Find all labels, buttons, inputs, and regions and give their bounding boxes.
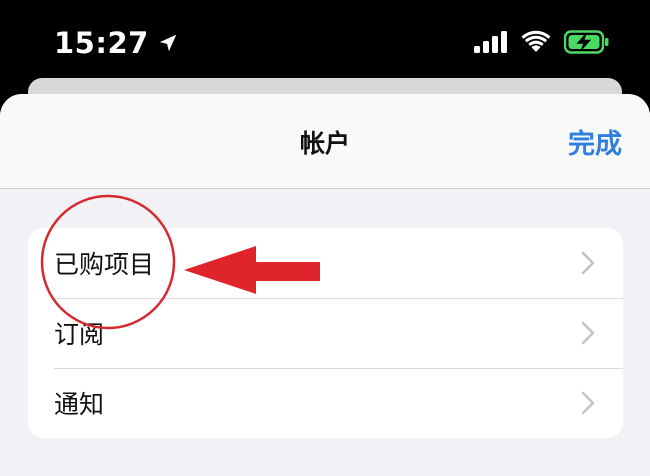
phone-screen: 15:27 帐户 完成 已购项目 订阅 通知	[0, 0, 650, 476]
chevron-right-icon	[581, 391, 595, 415]
location-arrow-icon	[159, 34, 177, 52]
list-item-notifications[interactable]: 通知	[28, 368, 623, 438]
status-time: 15:27	[54, 26, 149, 60]
list-item-purchased[interactable]: 已购项目	[28, 228, 623, 298]
account-options-list: 已购项目 订阅 通知	[28, 228, 623, 438]
navigation-bar: 帐户 完成	[0, 94, 650, 189]
list-item-subscriptions[interactable]: 订阅	[28, 298, 623, 368]
status-indicators	[474, 30, 610, 54]
chevron-right-icon	[581, 321, 595, 345]
list-item-label: 订阅	[54, 320, 105, 349]
status-bar: 15:27	[0, 0, 650, 80]
list-item-label: 已购项目	[54, 250, 155, 279]
chevron-right-icon	[581, 251, 595, 275]
cellular-signal-icon	[474, 31, 507, 53]
list-item-label: 通知	[54, 390, 105, 419]
done-button[interactable]: 完成	[568, 122, 622, 161]
page-title: 帐户	[299, 129, 350, 158]
account-sheet: 帐户 完成 已购项目 订阅 通知	[0, 94, 650, 476]
wifi-icon	[521, 30, 551, 52]
battery-charging-icon	[564, 30, 609, 54]
status-time-group: 15:27	[54, 26, 179, 60]
